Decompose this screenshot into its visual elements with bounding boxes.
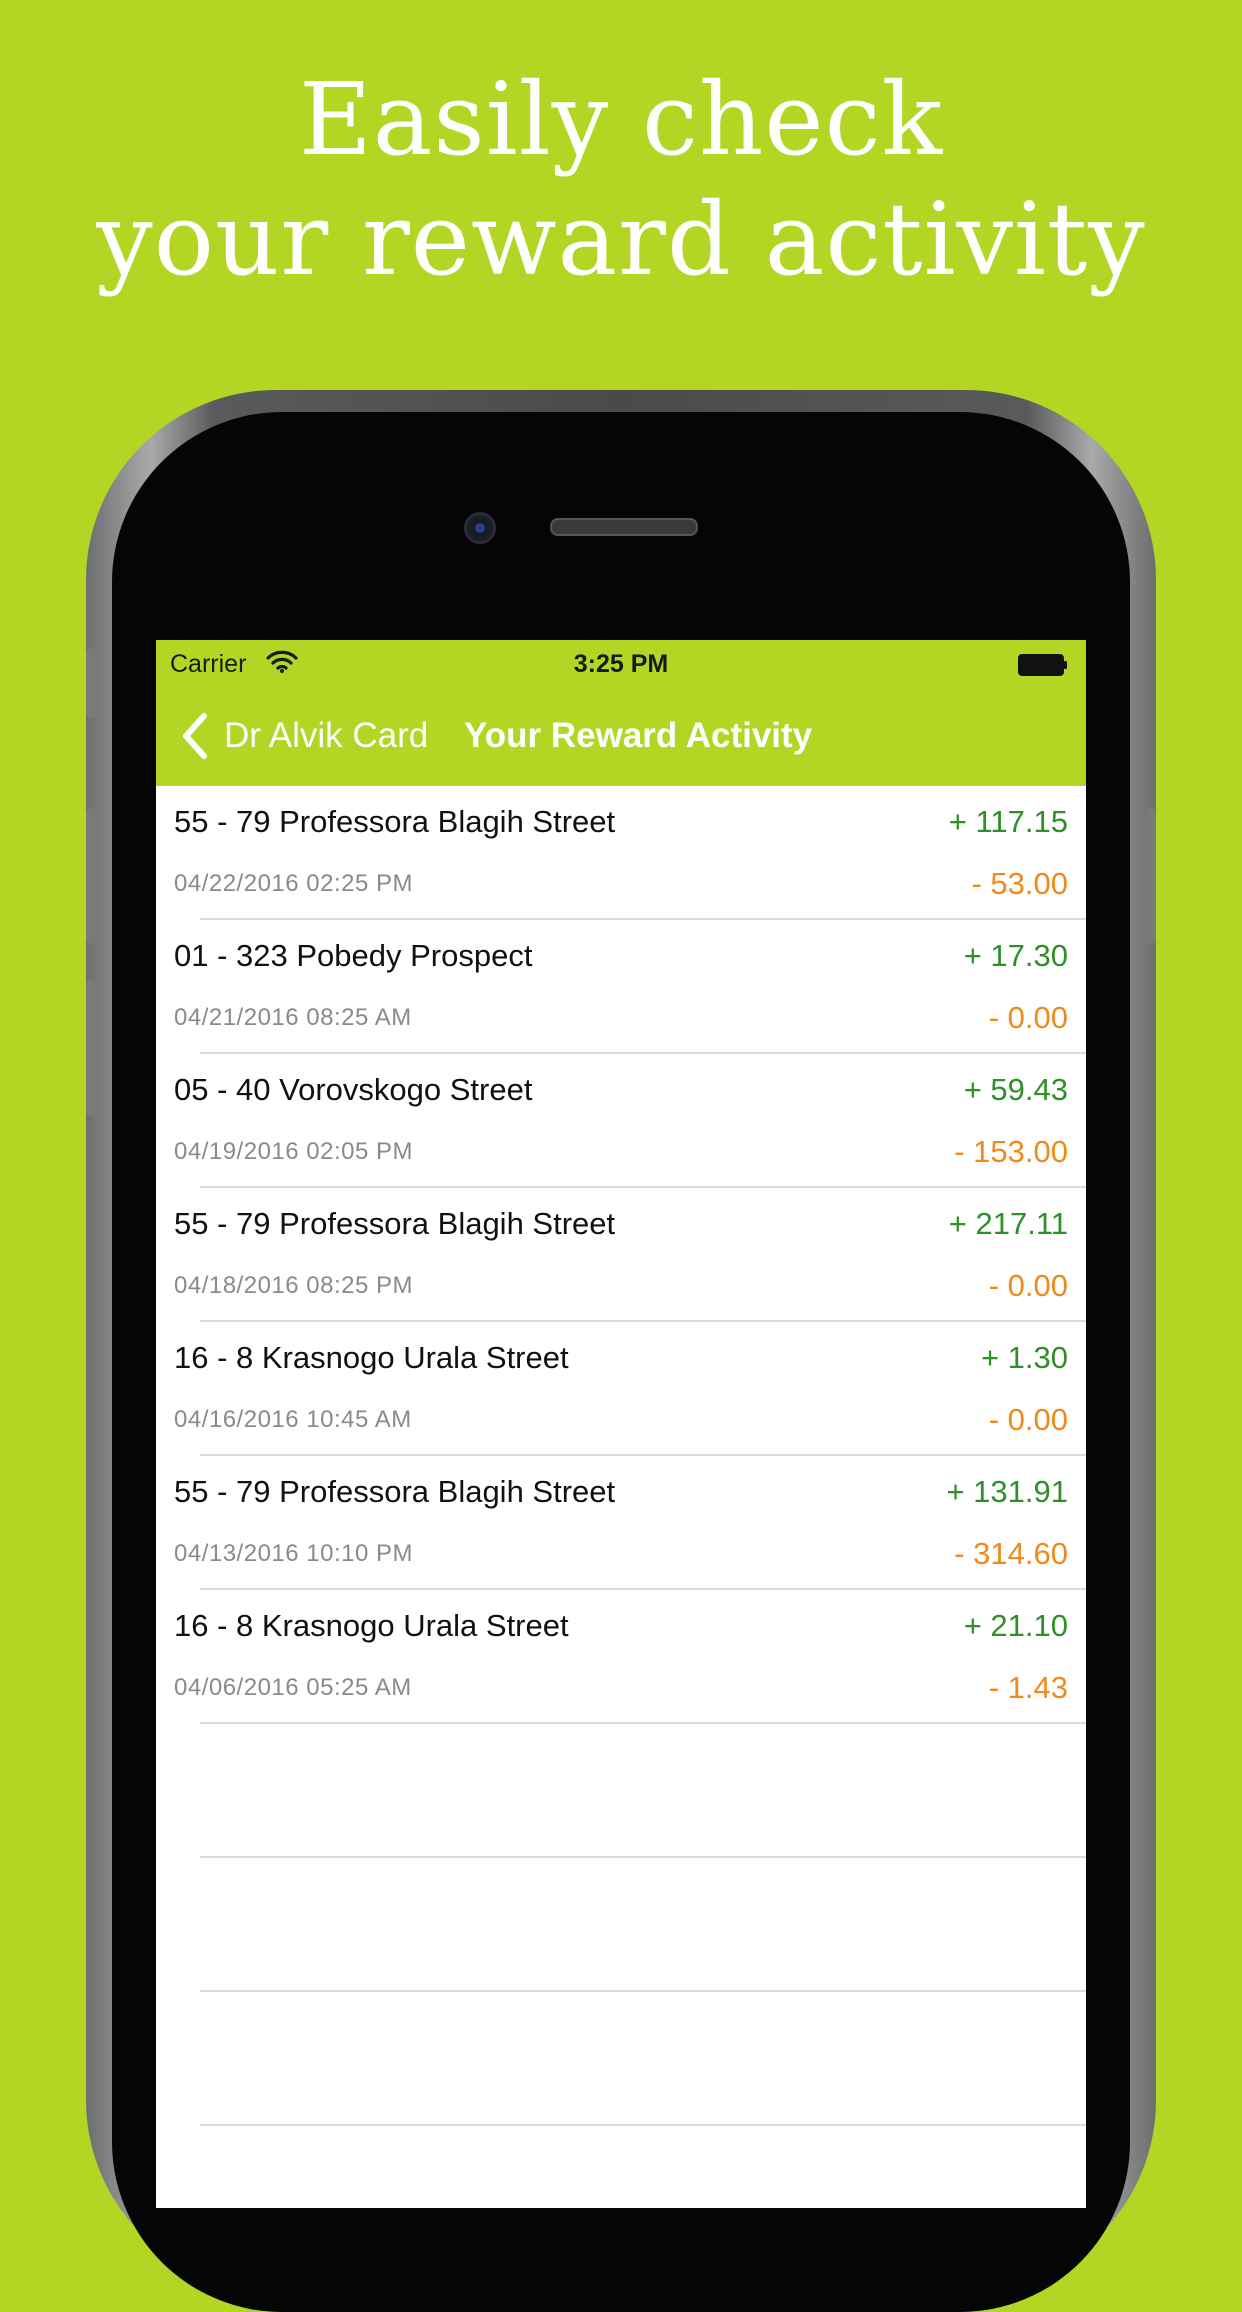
back-button-label: Dr Alvik Card — [224, 716, 429, 755]
activity-earned: + 17.30 — [963, 938, 1068, 973]
front-camera — [464, 512, 496, 544]
activity-location: 16 - 8 Krasnogo Urala Street — [174, 1608, 569, 1643]
activity-date: 04/13/2016 10:10 PM — [174, 1540, 414, 1567]
activity-earned: + 117.15 — [948, 804, 1068, 839]
chevron-left-icon — [183, 713, 207, 759]
activity-location: 55 - 79 Professora Blagih Street — [174, 1474, 616, 1509]
headline-line-2: your reward activity — [96, 181, 1146, 298]
activity-spent: - 53.00 — [971, 866, 1068, 901]
activity-spent: - 0.00 — [988, 1268, 1068, 1303]
activity-row[interactable]: 05 - 40 Vorovskogo Street 04/19/2016 02:… — [156, 1054, 1086, 1188]
empty-row — [156, 1724, 1086, 1858]
activity-date: 04/18/2016 08:25 PM — [174, 1272, 414, 1299]
activity-list: 55 - 79 Professora Blagih Street 04/22/2… — [156, 786, 1086, 2126]
activity-location: 16 - 8 Krasnogo Urala Street — [174, 1340, 569, 1375]
empty-row — [156, 1992, 1086, 2126]
phone-volume-up — [86, 808, 96, 944]
activity-row[interactable]: 16 - 8 Krasnogo Urala Street 04/16/2016 … — [156, 1322, 1086, 1456]
phone-mute-switch — [86, 648, 96, 718]
activity-date: 04/06/2016 05:25 AM — [174, 1674, 412, 1701]
nav-title: Your Reward Activity — [464, 716, 813, 755]
activity-earned: + 59.43 — [963, 1072, 1068, 1107]
activity-location: 01 - 323 Pobedy Prospect — [174, 938, 533, 973]
activity-earned: + 131.91 — [946, 1474, 1068, 1509]
empty-row — [156, 1858, 1086, 1992]
headline-line-1: Easily check — [298, 61, 944, 178]
activity-date: 04/16/2016 10:45 AM — [174, 1406, 412, 1433]
activity-spent: - 0.00 — [988, 1000, 1068, 1035]
back-button[interactable]: Dr Alvik Card — [180, 710, 428, 762]
earpiece-speaker — [550, 518, 698, 536]
activity-row[interactable]: 01 - 323 Pobedy Prospect 04/21/2016 08:2… — [156, 920, 1086, 1054]
activity-row[interactable]: 55 - 79 Professora Blagih Street 04/18/2… — [156, 1188, 1086, 1322]
activity-row[interactable]: 55 - 79 Professora Blagih Street 04/13/2… — [156, 1456, 1086, 1590]
activity-location: 55 - 79 Professora Blagih Street — [174, 804, 616, 839]
activity-earned: + 21.10 — [963, 1608, 1068, 1643]
activity-location: 55 - 79 Professora Blagih Street — [174, 1206, 616, 1241]
activity-location: 05 - 40 Vorovskogo Street — [174, 1072, 533, 1107]
activity-row[interactable]: 55 - 79 Professora Blagih Street 04/22/2… — [156, 786, 1086, 920]
activity-spent: - 0.00 — [988, 1402, 1068, 1437]
phone-volume-down — [86, 980, 96, 1116]
navigation-bar: Carrier 3:25 PM Dr Alvik Card Your Rewar… — [156, 640, 1086, 786]
phone-power-button — [1146, 808, 1156, 944]
status-time: 3:25 PM — [573, 650, 669, 678]
battery-icon — [1018, 654, 1067, 676]
activity-date: 04/21/2016 08:25 AM — [174, 1004, 412, 1031]
activity-spent: - 153.00 — [954, 1134, 1068, 1169]
headline: Easily check your reward activity — [0, 60, 1242, 300]
activity-date: 04/22/2016 02:25 PM — [174, 870, 414, 897]
activity-earned: + 217.11 — [948, 1206, 1068, 1241]
activity-date: 04/19/2016 02:05 PM — [174, 1138, 414, 1165]
activity-earned: + 1.30 — [980, 1340, 1068, 1375]
app-screen: Carrier 3:25 PM Dr Alvik Card Your Rewar… — [156, 640, 1086, 2208]
activity-spent: - 314.60 — [954, 1536, 1068, 1571]
activity-row[interactable]: 16 - 8 Krasnogo Urala Street 04/06/2016 … — [156, 1590, 1086, 1724]
activity-spent: - 1.43 — [988, 1670, 1068, 1705]
